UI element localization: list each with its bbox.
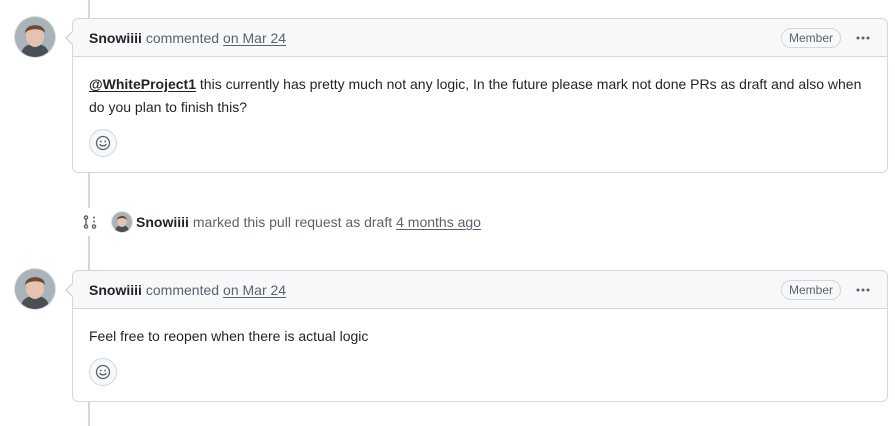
comment-timestamp[interactable]: on Mar 24 — [223, 30, 286, 46]
comment-body: Feel free to reopen when there is actual… — [73, 309, 887, 348]
reaction-bar — [73, 348, 887, 401]
comment-action: commented — [145, 29, 220, 46]
avatar-image — [15, 269, 55, 309]
comment-header: Snowiiii commented on Mar 24 Member — [73, 271, 887, 309]
kebab-horizontal-icon — [856, 288, 870, 291]
role-badge: Member — [780, 279, 841, 300]
add-reaction-button[interactable] — [89, 129, 117, 157]
comment: Snowiiii commented on Mar 24 Member Feel… — [65, 270, 888, 402]
event-timestamp[interactable]: 4 months ago — [396, 214, 481, 230]
kebab-menu-button[interactable] — [851, 26, 875, 50]
comment-header: Snowiiii commented on Mar 24 Member — [73, 19, 887, 57]
user-mention[interactable]: @WhiteProject1 — [89, 76, 196, 92]
timeline: Snowiiii commented on Mar 24 Member @Whi… — [0, 0, 895, 426]
comment-action: commented — [145, 281, 220, 298]
avatar-image — [112, 212, 132, 232]
smiley-icon — [95, 364, 111, 380]
avatar-image — [15, 17, 55, 57]
smiley-icon — [95, 135, 111, 151]
add-reaction-button[interactable] — [89, 358, 117, 386]
comment: Snowiiii commented on Mar 24 Member @Whi… — [65, 18, 888, 173]
event-text: marked this pull request as draft — [192, 214, 393, 230]
comment-author[interactable]: Snowiiii — [89, 30, 142, 46]
timeline-event: Snowiiii marked this pull request as dra… — [76, 208, 481, 236]
role-badge: Member — [780, 27, 841, 48]
event-badge — [76, 208, 104, 236]
comment-text: this currently has pretty much not any l… — [89, 76, 862, 115]
event-avatar[interactable] — [112, 212, 132, 232]
comment-body: @WhiteProject1 this currently has pretty… — [73, 57, 887, 119]
comment-author[interactable]: Snowiiii — [89, 282, 142, 298]
reaction-bar — [73, 119, 887, 172]
avatar[interactable] — [15, 269, 55, 309]
kebab-menu-button[interactable] — [851, 278, 875, 302]
kebab-horizontal-icon — [856, 36, 870, 39]
comment-timestamp[interactable]: on Mar 24 — [223, 282, 286, 298]
avatar[interactable] — [15, 17, 55, 57]
event-author[interactable]: Snowiiii — [136, 214, 189, 230]
comment-text: Feel free to reopen when there is actual… — [89, 328, 369, 344]
git-pull-request-draft-icon — [83, 215, 97, 229]
